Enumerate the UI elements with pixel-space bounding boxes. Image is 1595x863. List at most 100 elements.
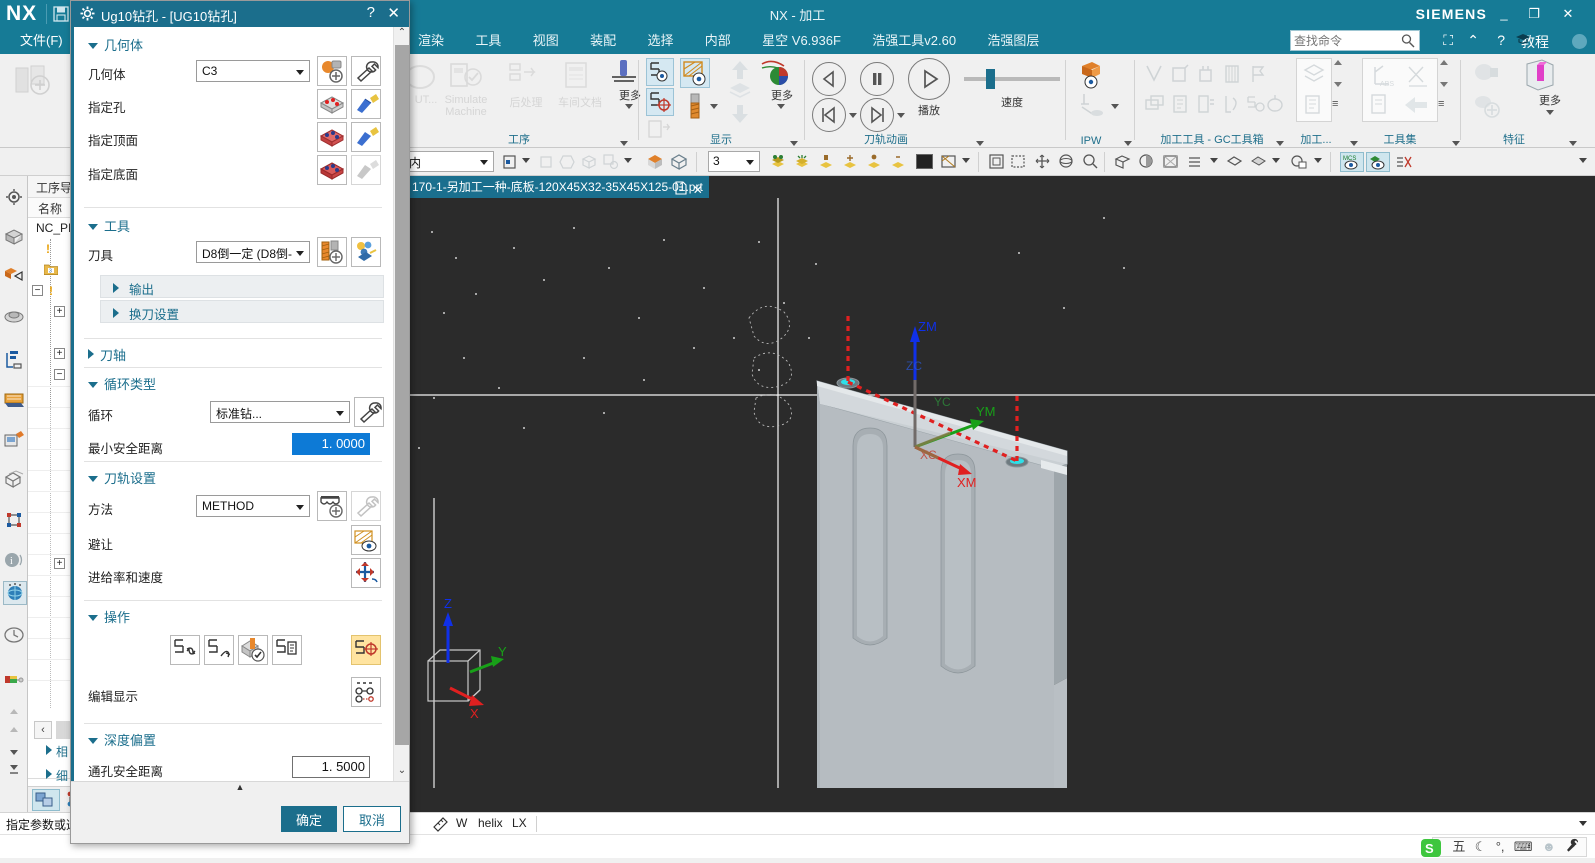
layer-visible-chevron-down-icon[interactable] bbox=[1272, 158, 1280, 163]
section-view-icon[interactable] bbox=[1114, 153, 1131, 173]
layer-icon-4[interactable] bbox=[842, 153, 859, 174]
layer-count-combo[interactable]: 3 bbox=[708, 151, 760, 172]
specify-bottom-select-button[interactable] bbox=[317, 155, 347, 185]
create-geometry-button[interactable] bbox=[317, 56, 347, 86]
gc-icon-9[interactable] bbox=[1220, 92, 1244, 119]
more-operations-icon[interactable] bbox=[608, 58, 640, 89]
wireframe-icon[interactable] bbox=[1162, 153, 1179, 173]
shaded-view-icon[interactable] bbox=[646, 153, 664, 174]
create-tool-icon[interactable] bbox=[14, 64, 58, 101]
section-path-header[interactable]: 刀轨设置 bbox=[88, 468, 156, 487]
tree-expander-plus-icon-3[interactable]: + bbox=[54, 558, 65, 569]
dialog-close-button[interactable]: ✕ bbox=[387, 4, 400, 22]
tree-expander-minus-icon-2[interactable]: − bbox=[54, 369, 65, 380]
pan-icon[interactable] bbox=[1034, 153, 1051, 173]
tray-expand-chevron-down-icon[interactable] bbox=[1579, 821, 1587, 826]
ipw-icon[interactable] bbox=[1078, 60, 1112, 93]
tab-tools[interactable]: 工具 bbox=[461, 28, 515, 54]
speed-slider-track[interactable] bbox=[964, 77, 1060, 81]
section-path-toggle-icon[interactable] bbox=[88, 476, 98, 482]
layer-settings-icon[interactable] bbox=[1226, 153, 1243, 173]
part-navigator-icon[interactable] bbox=[3, 226, 25, 248]
ipw-tool-icon[interactable] bbox=[1078, 92, 1108, 121]
display-tool-icon[interactable] bbox=[684, 92, 706, 123]
nav-tab-geometry[interactable] bbox=[32, 789, 60, 811]
section-actions-toggle-icon[interactable] bbox=[88, 615, 98, 621]
geometry-combo[interactable]: C3 bbox=[196, 60, 310, 82]
collapse-item-related[interactable]: 相 bbox=[46, 743, 68, 760]
collapse-ribbon-icon[interactable]: ⌃ bbox=[1467, 32, 1479, 49]
tree-expander-minus-icon[interactable]: − bbox=[32, 285, 43, 296]
geometry-combo-chevron-down-icon[interactable] bbox=[296, 70, 304, 75]
specify-top-tool-button[interactable] bbox=[351, 122, 381, 152]
resource-scroll-down-icon[interactable] bbox=[8, 746, 20, 756]
internet-explorer-icon[interactable] bbox=[3, 581, 27, 605]
gc-icon-5[interactable] bbox=[1246, 62, 1270, 89]
pause-button[interactable] bbox=[860, 62, 894, 96]
background-color-icon[interactable] bbox=[916, 154, 933, 169]
cycle-combo-chevron-down-icon[interactable] bbox=[336, 411, 344, 416]
feeds-speeds-button[interactable] bbox=[351, 558, 381, 588]
tab-view[interactable]: 视图 bbox=[519, 28, 573, 54]
toolset-gallery[interactable]: ABS bbox=[1362, 58, 1438, 122]
ime-settings-wrench-icon[interactable] bbox=[1565, 838, 1579, 859]
section-tool-header[interactable]: 工具 bbox=[88, 216, 130, 235]
reuse-library-icon[interactable] bbox=[3, 304, 25, 326]
section-geometry-toggle-icon[interactable] bbox=[88, 43, 98, 49]
animation-group-expander-icon[interactable] bbox=[976, 141, 984, 146]
selection-filter-combo[interactable]: 内 bbox=[404, 151, 494, 172]
gc-icon-2[interactable] bbox=[1168, 62, 1192, 89]
maximize-button[interactable]: ❐ bbox=[1521, 4, 1547, 24]
tab-internal[interactable]: 内部 bbox=[691, 28, 745, 54]
step-back-button[interactable] bbox=[812, 62, 846, 96]
subgroup-output[interactable]: 输出 bbox=[100, 275, 384, 298]
more-operations-chevron-down-icon[interactable] bbox=[625, 104, 633, 109]
display-toolpath-icon[interactable] bbox=[646, 58, 674, 86]
dialog-collapse-up-icon[interactable]: ▲ bbox=[71, 782, 409, 798]
tool-combo-chevron-down-icon[interactable] bbox=[296, 251, 304, 256]
wcs-display-icon[interactable] bbox=[1290, 153, 1308, 173]
feature-group-expander-icon[interactable] bbox=[1569, 141, 1577, 146]
machining-scroll-up-icon[interactable] bbox=[1334, 60, 1342, 65]
ipw-group-expander-icon[interactable] bbox=[1124, 141, 1132, 146]
method-combo[interactable]: METHOD bbox=[196, 495, 310, 517]
layer-visible-icon[interactable] bbox=[1250, 153, 1267, 173]
cancel-button[interactable]: 取消 bbox=[343, 806, 401, 832]
display-ipw-icon[interactable] bbox=[680, 58, 710, 88]
specify-top-select-button[interactable] bbox=[317, 122, 347, 152]
display-toolpath-highlight-button[interactable] bbox=[351, 635, 381, 665]
cycle-combo[interactable]: 标准钻... bbox=[210, 401, 350, 423]
back-arrow-icon[interactable] bbox=[1401, 92, 1431, 121]
tab-render[interactable]: 渲染 bbox=[404, 28, 458, 54]
machining-feature-navigator-icon[interactable] bbox=[3, 264, 25, 286]
geometry-view-icon[interactable] bbox=[3, 469, 25, 491]
fullscreen-icon[interactable]: ⛶ bbox=[1443, 32, 1453, 49]
user-avatar[interactable] bbox=[1572, 34, 1587, 49]
avoidance-button[interactable] bbox=[351, 525, 381, 555]
gc-icon-6[interactable] bbox=[1142, 92, 1166, 119]
render-style-chevron-down-icon[interactable] bbox=[962, 158, 970, 163]
gc-icon-3[interactable] bbox=[1194, 62, 1218, 89]
more-features-label[interactable]: 更多 bbox=[1520, 92, 1580, 108]
wireframe-view-icon[interactable] bbox=[670, 153, 688, 174]
drill-dialog[interactable]: Ug10钻孔 - [UG10钻孔] ? ✕ 几何体 几何体 C3 指定孔 指定顶… bbox=[70, 0, 410, 844]
measure-icon[interactable] bbox=[432, 816, 450, 835]
dialog-help-button[interactable]: ? bbox=[367, 4, 375, 21]
machining-icon-2[interactable] bbox=[1301, 92, 1327, 121]
point-select-icon[interactable] bbox=[602, 153, 620, 174]
verify-toolpath-button[interactable] bbox=[238, 635, 268, 665]
web-browser-icon[interactable] bbox=[3, 509, 25, 531]
visualization-icon[interactable] bbox=[1186, 153, 1203, 173]
edit-doc-icon[interactable] bbox=[1367, 92, 1395, 121]
edit-geometry-button[interactable] bbox=[351, 56, 381, 86]
section-axis-toggle-icon[interactable] bbox=[88, 349, 94, 359]
document-tab[interactable]: 170-1-另加工一种-底板-120X45X32-35X45X125-01.pr… bbox=[404, 176, 709, 198]
more-features-chevron-down-icon[interactable] bbox=[1546, 110, 1554, 115]
section-geometry-header[interactable]: 几何体 bbox=[88, 35, 143, 54]
info-icon[interactable]: i bbox=[3, 549, 25, 571]
viewport-scene[interactable]: ZM YM XM ZC YC XC bbox=[404, 198, 1595, 788]
layer-icon-5[interactable] bbox=[866, 153, 883, 174]
selection-filter-chevron-down-icon[interactable] bbox=[480, 160, 488, 165]
layer-icon-1[interactable] bbox=[770, 153, 787, 174]
scroll-up-icon[interactable]: ⌃ bbox=[394, 27, 410, 43]
